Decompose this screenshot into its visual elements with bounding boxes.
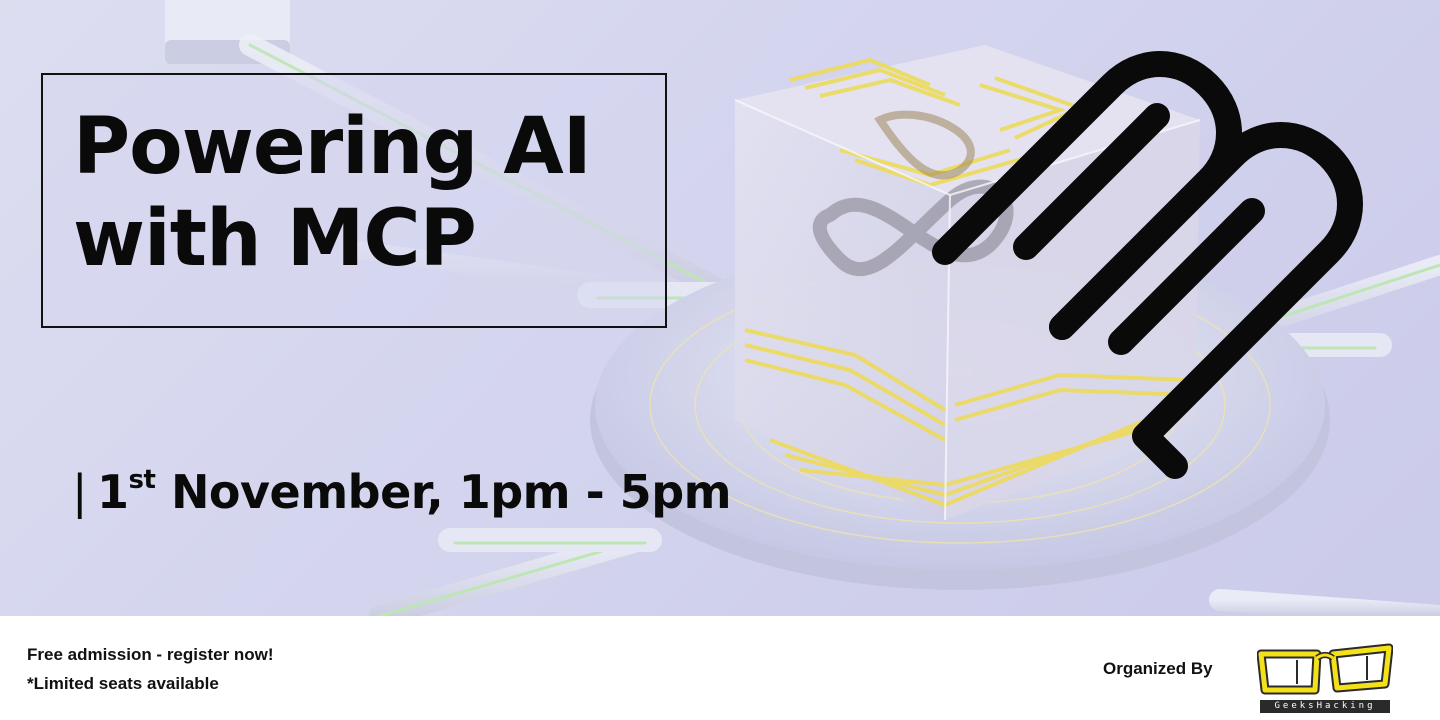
seats-text: *Limited seats available (27, 674, 219, 693)
event-title-line-2: with MCP (73, 194, 477, 284)
hero-background: Powering AI with MCP | 1st November, 1pm … (0, 0, 1440, 616)
date-day-suffix: st (128, 465, 156, 495)
date-rest: November, 1pm - 5pm (170, 465, 732, 519)
footer: Free admission - register now! *Limited … (0, 616, 1440, 720)
event-title-line-1: Powering AI (73, 102, 592, 192)
glasses-icon (1256, 643, 1394, 695)
event-banner: Powering AI with MCP | 1st November, 1pm … (0, 0, 1440, 720)
date-day: 1 (97, 465, 129, 519)
event-title: Powering AI with MCP (73, 101, 592, 285)
organizer-wordmark: GeeksHacking (1260, 700, 1390, 713)
footer-admission-info: Free admission - register now! *Limited … (27, 640, 274, 698)
event-date: | 1st November, 1pm - 5pm (72, 462, 732, 522)
date-prefix-bar: | (72, 465, 88, 519)
admission-text: Free admission - register now! (27, 645, 274, 664)
title-box: Powering AI with MCP (41, 73, 667, 328)
organized-by-label: Organized By (1103, 659, 1213, 678)
geekshacking-glasses-logo: GeeksHacking (1256, 632, 1394, 716)
